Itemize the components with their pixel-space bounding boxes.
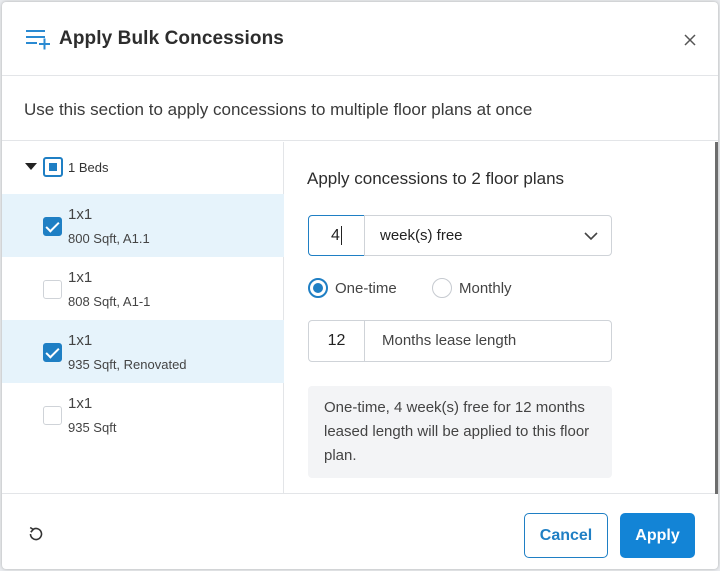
radio-label: Monthly <box>459 280 512 297</box>
bed-group-row: 1 Beds <box>2 142 284 194</box>
close-icon[interactable] <box>681 31 699 49</box>
floor-plan-row[interactable]: 1x1 800 Sqft, A1.1 <box>2 194 284 257</box>
floor-plan-row[interactable]: 1x1 808 Sqft, A1-1 <box>2 257 284 320</box>
radio-button[interactable] <box>308 278 328 298</box>
concession-type-select[interactable]: week(s) free <box>364 215 612 256</box>
playlist-add-icon <box>26 30 50 50</box>
apply-button[interactable]: Apply <box>620 513 695 558</box>
radio-monthly[interactable]: Monthly <box>432 278 532 300</box>
concession-amount-value: 4 <box>331 226 340 244</box>
cancel-button[interactable]: Cancel <box>524 513 608 558</box>
floor-plan-name: 1x1 <box>68 206 93 223</box>
floor-plan-details: 935 Sqft <box>68 420 117 435</box>
concession-summary: One-time, 4 week(s) free for 12 months l… <box>308 386 612 478</box>
floor-plan-name: 1x1 <box>68 332 93 349</box>
concession-type-value: week(s) free <box>380 227 463 244</box>
text-cursor <box>340 226 342 245</box>
lease-length-input[interactable]: 12 <box>308 320 365 362</box>
dialog-footer: Cancel Apply <box>2 495 718 569</box>
group-checkbox[interactable] <box>43 157 63 177</box>
radio-label: One-time <box>335 280 397 297</box>
description-text: Use this section to apply concessions to… <box>24 100 533 119</box>
lease-length-value: 12 <box>327 332 346 349</box>
floor-plan-checkbox[interactable] <box>43 217 62 236</box>
reset-icon[interactable] <box>27 525 45 543</box>
lease-length-addon: Months lease length <box>364 320 612 362</box>
group-label: 1 Beds <box>68 160 109 175</box>
floor-plan-row[interactable]: 1x1 935 Sqft, Renovated <box>2 320 284 383</box>
lease-length-label: Months lease length <box>382 332 517 349</box>
dialog-body: 1 Beds 1x1 800 Sqft, A1.1 1x1 808 Sqft, … <box>2 142 718 494</box>
floor-plan-checkbox[interactable] <box>43 343 62 362</box>
floor-plan-list: 1 Beds 1x1 800 Sqft, A1.1 1x1 808 Sqft, … <box>2 142 284 494</box>
floor-plan-checkbox[interactable] <box>43 280 62 299</box>
radio-button[interactable] <box>432 278 452 298</box>
dialog-description: Use this section to apply concessions to… <box>2 77 718 141</box>
collapse-caret-icon[interactable] <box>25 163 37 170</box>
dialog-header: Apply Bulk Concessions <box>2 2 718 76</box>
concession-panel-title: Apply concessions to 2 floor plans <box>307 169 565 188</box>
chevron-down-icon <box>584 232 598 241</box>
floor-plan-name: 1x1 <box>68 269 93 286</box>
floor-plan-details: 808 Sqft, A1-1 <box>68 294 151 309</box>
floor-plan-details: 935 Sqft, Renovated <box>68 357 187 372</box>
concession-panel: Apply concessions to 2 floor plans 4 wee… <box>285 142 718 494</box>
bulk-concessions-dialog: Apply Bulk Concessions Use this section … <box>2 2 718 569</box>
dialog-title: Apply Bulk Concessions <box>59 28 284 49</box>
concession-amount-input[interactable]: 4 <box>308 215 365 256</box>
floor-plan-row[interactable]: 1x1 935 Sqft <box>2 383 284 446</box>
radio-one-time[interactable]: One-time <box>308 278 408 300</box>
floor-plan-details: 800 Sqft, A1.1 <box>68 231 150 246</box>
floor-plan-checkbox[interactable] <box>43 406 62 425</box>
floor-plan-name: 1x1 <box>68 395 93 412</box>
scrollbar[interactable] <box>715 142 718 494</box>
